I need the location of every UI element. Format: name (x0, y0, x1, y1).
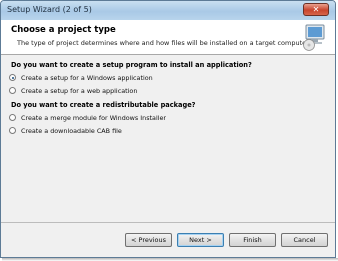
cab-file-option[interactable]: Create a downloadable CAB file (9, 127, 122, 135)
cab-file-label[interactable]: Create a downloadable CAB file (21, 127, 122, 135)
web-application-radio[interactable] (9, 87, 16, 94)
setup-computer-icon (303, 24, 325, 51)
merge-module-label[interactable]: Create a merge module for Windows Instal… (21, 114, 166, 122)
setup-wizard-window: Setup Wizard (2 of 5) ✕ Choose a project… (0, 0, 336, 258)
cab-file-radio[interactable] (9, 127, 16, 134)
wizard-footer: < Previous Next > Finish Cancel (1, 222, 335, 257)
web-application-label[interactable]: Create a setup for a web application (21, 87, 137, 95)
page-title: Choose a project type (11, 25, 116, 35)
wizard-header: Choose a project type The type of projec… (1, 20, 335, 55)
finish-button[interactable]: Finish (229, 233, 276, 247)
page-subtitle: The type of project determines where and… (17, 39, 311, 47)
redistributable-question: Do you want to create a redistributable … (11, 101, 196, 109)
merge-module-option[interactable]: Create a merge module for Windows Instal… (9, 114, 166, 122)
windows-application-radio[interactable] (9, 74, 16, 81)
merge-module-radio[interactable] (9, 114, 16, 121)
close-button[interactable]: ✕ (303, 3, 329, 16)
next-button[interactable]: Next > (177, 233, 224, 247)
window-title: Setup Wizard (2 of 5) (7, 5, 92, 14)
title-bar[interactable]: Setup Wizard (2 of 5) ✕ (1, 1, 335, 21)
cancel-button[interactable]: Cancel (281, 233, 328, 247)
wizard-body: Do you want to create a setup program to… (1, 55, 335, 223)
windows-application-option[interactable]: Create a setup for a Windows application (9, 74, 153, 82)
previous-button[interactable]: < Previous (125, 233, 172, 247)
setup-program-question: Do you want to create a setup program to… (11, 61, 252, 69)
web-application-option[interactable]: Create a setup for a web application (9, 87, 137, 95)
close-icon: ✕ (312, 5, 320, 14)
windows-application-label[interactable]: Create a setup for a Windows application (21, 74, 153, 82)
